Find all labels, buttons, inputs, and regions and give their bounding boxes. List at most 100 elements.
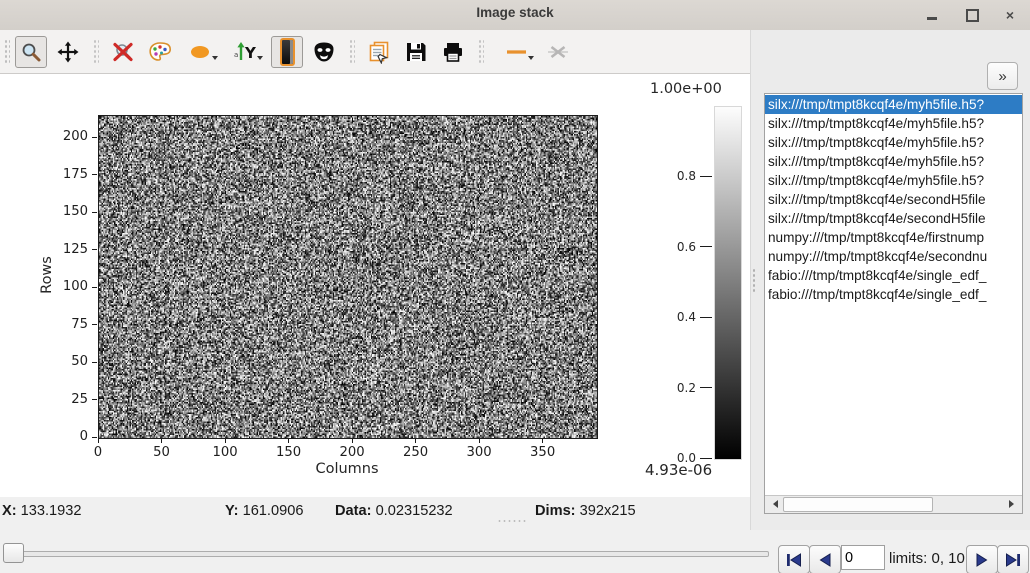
previous-arrow-icon <box>817 553 833 567</box>
y-tick-label: 200 <box>56 129 88 144</box>
colorbar-tick-mark <box>700 317 712 318</box>
horizontal-scrollbar[interactable] <box>765 495 1022 513</box>
stack-url-item[interactable]: silx:///tmp/tmpt8kcqf4e/myh5file.h5? <box>765 152 1022 171</box>
x-tick-label: 300 <box>459 445 499 460</box>
print-button[interactable] <box>437 36 469 68</box>
svg-text:Y: Y <box>244 44 257 62</box>
stack-url-item[interactable]: fabio:///tmp/tmpt8kcqf4e/single_edf_ <box>765 285 1022 304</box>
magnifier-icon <box>20 41 42 63</box>
x-axis-label: Columns <box>315 461 378 477</box>
maximize-button[interactable] <box>964 7 980 23</box>
y-tick-mark <box>92 324 97 325</box>
next-arrow-icon <box>974 553 990 567</box>
stack-url-item[interactable]: silx:///tmp/tmpt8kcqf4e/secondH5file <box>765 190 1022 209</box>
x-tick-mark <box>415 439 416 443</box>
status-data-value: 0.02315232 <box>376 503 453 519</box>
scroll-left-button[interactable] <box>765 496 782 512</box>
right-arrow-icon <box>1009 500 1018 508</box>
frame-navigation-bar: limits: 0, 10 <box>0 530 1030 573</box>
svg-text:a: a <box>234 51 238 59</box>
colorbar-tick-label: 0.8 <box>652 169 696 183</box>
scroll-right-button[interactable] <box>1005 496 1022 512</box>
x-tick-label: 0 <box>78 445 118 460</box>
y-tick-label: 100 <box>56 279 88 294</box>
floppy-disk-icon <box>405 41 427 63</box>
frame-slider-handle[interactable] <box>3 543 24 563</box>
stack-url-item[interactable]: numpy:///tmp/tmpt8kcqf4e/firstnump <box>765 228 1022 247</box>
colorbar-tick-label: 0.0 <box>652 451 696 465</box>
maximize-icon <box>966 9 979 22</box>
toolbar-separator <box>349 39 355 65</box>
colormap-button[interactable] <box>144 36 176 68</box>
titlebar: Image stack × <box>0 0 1030 31</box>
zoom-reset-button[interactable] <box>107 36 139 68</box>
status-x-label: X: <box>2 503 17 519</box>
toolbar-separator <box>93 39 99 65</box>
stack-url-item[interactable]: silx:///tmp/tmpt8kcqf4e/myh5file.h5? <box>765 114 1022 133</box>
y-tick-mark <box>92 212 97 213</box>
status-data-label: Data: <box>335 503 372 519</box>
clear-profile-button[interactable] <box>542 36 574 68</box>
first-frame-button[interactable] <box>778 545 810 573</box>
stack-browser-panel: » silx:///tmp/tmpt8kcqf4e/myh5file.h5? s… <box>756 30 1030 530</box>
last-frame-button[interactable] <box>997 545 1029 573</box>
magnifier-red-cross-icon <box>112 41 134 63</box>
mask-tool-button[interactable] <box>308 36 340 68</box>
image-stack-window: Image stack × <box>0 0 1030 573</box>
colorbar-tick-mark <box>700 246 712 247</box>
toolbar-separator <box>478 39 484 65</box>
stack-url-item[interactable]: fabio:///tmp/tmpt8kcqf4e/single_edf_ <box>765 266 1022 285</box>
save-button[interactable] <box>400 36 432 68</box>
x-tick-label: 350 <box>523 445 563 460</box>
stack-url-item[interactable]: numpy:///tmp/tmpt8kcqf4e/secondnu <box>765 247 1022 266</box>
status-x: X: 133.1932 <box>2 503 82 519</box>
stack-url-item[interactable]: silx:///tmp/tmpt8kcqf4e/secondH5file <box>765 209 1022 228</box>
plot-panel: a Y <box>0 30 750 530</box>
expand-browser-button[interactable]: » <box>987 62 1018 90</box>
y-tick-mark <box>92 362 97 363</box>
dropdown-arrow-icon <box>257 56 263 63</box>
status-y-value: 161.0906 <box>243 503 304 519</box>
status-x-value: 133.1932 <box>21 503 82 519</box>
colorbar-tick-label: 0.6 <box>652 240 696 254</box>
splitter-handle[interactable] <box>497 519 527 523</box>
palette-icon <box>148 41 172 63</box>
scrollbar-thumb[interactable] <box>783 497 933 512</box>
y-tick-label: 175 <box>56 167 88 182</box>
y-tick-label: 125 <box>56 242 88 257</box>
skip-to-start-icon <box>786 553 802 567</box>
plot-figure: Rows Columns 050100150200250300350025507… <box>0 74 750 497</box>
colorbar-toggle-button[interactable] <box>271 36 303 68</box>
minimize-button[interactable] <box>924 7 940 23</box>
stack-url-item[interactable]: silx:///tmp/tmpt8kcqf4e/myh5file.h5? <box>765 171 1022 190</box>
clipboard-icon <box>367 40 391 64</box>
close-button[interactable]: × <box>1002 7 1018 23</box>
stack-url-item[interactable]: silx:///tmp/tmpt8kcqf4e/myh5file.h5? <box>765 95 1022 114</box>
pan-mode-button[interactable] <box>52 36 84 68</box>
frame-number-input[interactable] <box>841 545 885 570</box>
next-frame-button[interactable] <box>966 545 998 573</box>
stack-url-item[interactable]: silx:///tmp/tmpt8kcqf4e/myh5file.h5? <box>765 133 1022 152</box>
zoom-mode-button[interactable] <box>15 36 47 68</box>
mask-icon <box>313 41 335 63</box>
x-tick-mark <box>288 439 289 443</box>
profile-line-button[interactable] <box>497 36 537 68</box>
aspect-ratio-button[interactable] <box>181 36 221 68</box>
dropdown-arrow-icon <box>528 56 534 63</box>
frame-slider[interactable] <box>3 551 769 557</box>
y-axis-orientation-button[interactable]: a Y <box>226 36 266 68</box>
limits-label: limits: 0, 10 <box>889 545 965 572</box>
toolbar-grip[interactable] <box>4 39 10 65</box>
x-tick-label: 150 <box>269 445 309 460</box>
colorbar-gradient[interactable] <box>714 106 742 460</box>
previous-frame-button[interactable] <box>809 545 841 573</box>
url-list-widget[interactable]: silx:///tmp/tmpt8kcqf4e/myh5file.h5? sil… <box>764 93 1023 514</box>
status-y-label: Y: <box>225 503 239 519</box>
y-axis-label: Rows <box>39 256 55 294</box>
y-tick-label: 50 <box>56 354 88 369</box>
noise-image[interactable] <box>98 115 598 439</box>
x-tick-mark <box>479 439 480 443</box>
y-tick-mark <box>92 399 97 400</box>
copy-to-clipboard-button[interactable] <box>363 36 395 68</box>
main-area: a Y <box>0 30 1030 530</box>
